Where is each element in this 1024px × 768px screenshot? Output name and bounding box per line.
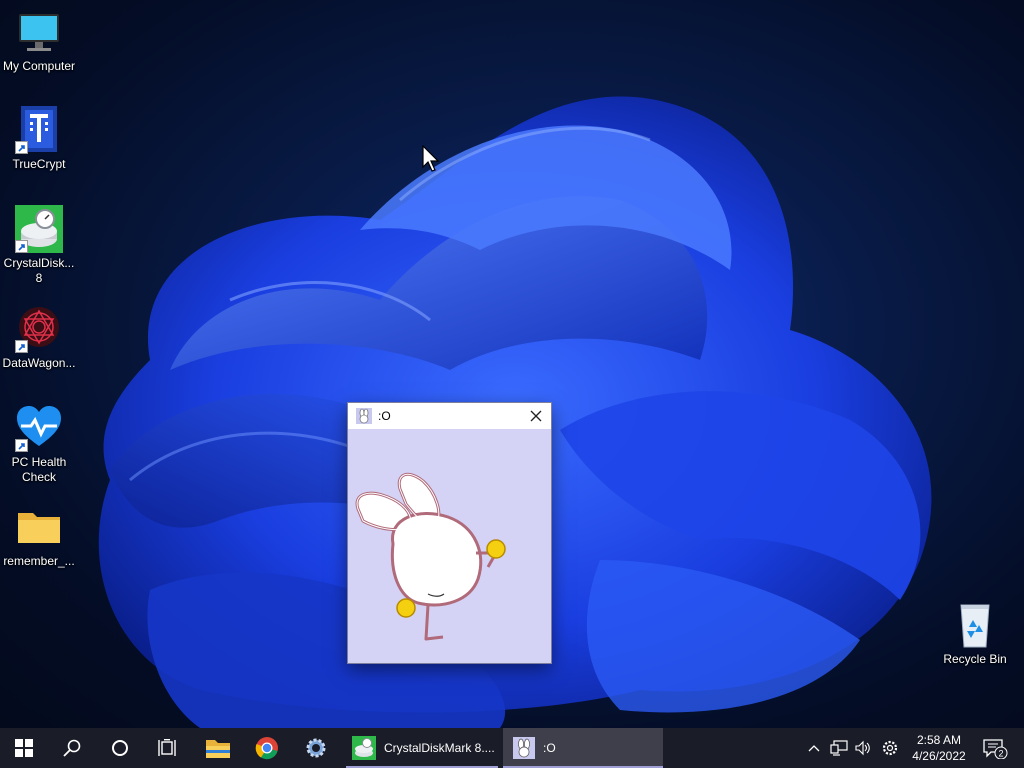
notification-icon: 2 [983,739,1008,759]
settings-button[interactable] [292,728,340,768]
task-view-button[interactable] [144,728,192,768]
desktop-icon-my-computer[interactable]: My Computer [1,8,77,74]
network-button[interactable] [828,728,850,768]
notification-count: 2 [998,749,1003,759]
desktop-icon-label: TrueCrypt [12,157,66,171]
taskbar: CrystalDiskMark 8.... :O 2:58 AM 4/26/20… [0,728,1024,768]
bunny-icon [513,737,535,759]
start-icon [15,739,33,757]
volume-icon [855,740,870,756]
clock-date: 4/26/2022 [912,749,966,763]
mouse-cursor-icon [422,145,440,172]
system-clock[interactable]: 2:58 AM 4/26/2022 [904,728,974,768]
shortcut-arrow-icon [15,340,28,353]
desktop-icon-label: Recycle Bin [943,652,1007,666]
chevron-up-icon [808,745,820,752]
file-explorer-icon [206,740,230,758]
desktop-icon-truecrypt[interactable]: TrueCrypt [1,106,77,172]
clock-time: 2:58 AM [916,733,962,747]
desktop-icon-pc-health-check[interactable]: PC Health Check [1,404,77,485]
desktop-icon-crystaldiskmark[interactable]: CrystalDisk... 8 [1,205,77,286]
cortana-icon [112,740,128,756]
taskbar-task-bunny[interactable]: :O [503,728,663,768]
shortcut-arrow-icon [15,439,28,452]
search-button[interactable] [48,728,96,768]
tray-settings-button[interactable] [878,728,902,768]
close-button[interactable] [521,403,551,429]
cortana-button[interactable] [96,728,144,768]
crystaldiskmark-icon [15,205,63,253]
folder-icon [15,503,63,551]
bunny-popup-window[interactable]: :O [348,403,551,663]
task-view-icon [158,739,176,756]
desktop-icon-label: CrystalDisk... 8 [3,256,75,285]
desktop-icon-label: PC Health Check [11,455,67,484]
desktop-icon-datawagon[interactable]: DataWagon... [1,305,77,371]
popup-title: :O [378,409,391,423]
bunny-icon [356,408,372,424]
desktop-icon-label: My Computer [2,59,76,73]
task-label: :O [543,741,556,755]
desktop-icon-remember-folder[interactable]: remember_... [1,503,77,569]
chrome-button[interactable] [243,728,291,768]
desktop-icon-label: DataWagon... [2,356,76,370]
truecrypt-icon [15,106,63,154]
chrome-icon [255,737,278,760]
bunny-illustration [355,472,506,641]
start-button[interactable] [0,728,48,768]
shortcut-arrow-icon [15,141,28,154]
search-icon [63,739,81,757]
task-label: CrystalDiskMark 8.... [384,741,495,755]
recycle-bin-icon [951,601,999,649]
volume-button[interactable] [852,728,874,768]
desktop-icon-recycle-bin[interactable]: Recycle Bin [937,601,1013,667]
datawagon-icon [15,305,63,353]
notification-center-button[interactable]: 2 [978,728,1012,768]
crystaldiskmark-icon [352,736,376,760]
file-explorer-button[interactable] [194,728,242,768]
settings-gear-icon [306,738,326,758]
close-icon [530,410,542,422]
taskbar-task-crystaldiskmark[interactable]: CrystalDiskMark 8.... [346,728,498,768]
monitor-icon [15,8,63,56]
pc-health-icon [15,404,63,452]
show-hidden-icons-button[interactable] [806,728,822,768]
desktop: My Computer TrueCrypt CrystalDisk... 8 D… [0,0,1024,728]
desktop-icon-label: remember_... [3,554,75,568]
shortcut-arrow-icon [15,240,28,253]
popup-titlebar[interactable]: :O [348,403,551,429]
gear-icon [882,740,898,756]
network-icon [830,740,848,756]
